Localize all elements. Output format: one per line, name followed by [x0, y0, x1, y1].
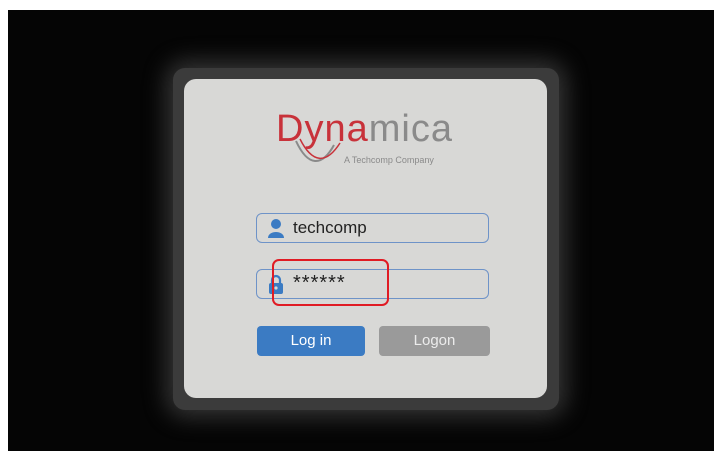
login-panel: Dynamica A Techcomp Company techcomp ***… — [184, 79, 547, 398]
screen-background: Dynamica A Techcomp Company techcomp ***… — [8, 10, 714, 451]
logon-button[interactable]: Logon — [379, 326, 490, 356]
username-field[interactable]: techcomp — [256, 213, 489, 243]
username-value: techcomp — [293, 218, 367, 237]
logo-wordmark-part2: mica — [368, 108, 453, 150]
user-icon — [268, 219, 284, 238]
logo-tagline: A Techcomp Company — [344, 155, 434, 165]
logo-helix-icon — [295, 138, 341, 162]
dynamica-logo: Dynamica A Techcomp Company — [276, 107, 476, 177]
device-bezel: Dynamica A Techcomp Company techcomp ***… — [173, 68, 559, 410]
password-highlight-box — [272, 259, 389, 306]
login-button[interactable]: Log in — [257, 326, 365, 356]
